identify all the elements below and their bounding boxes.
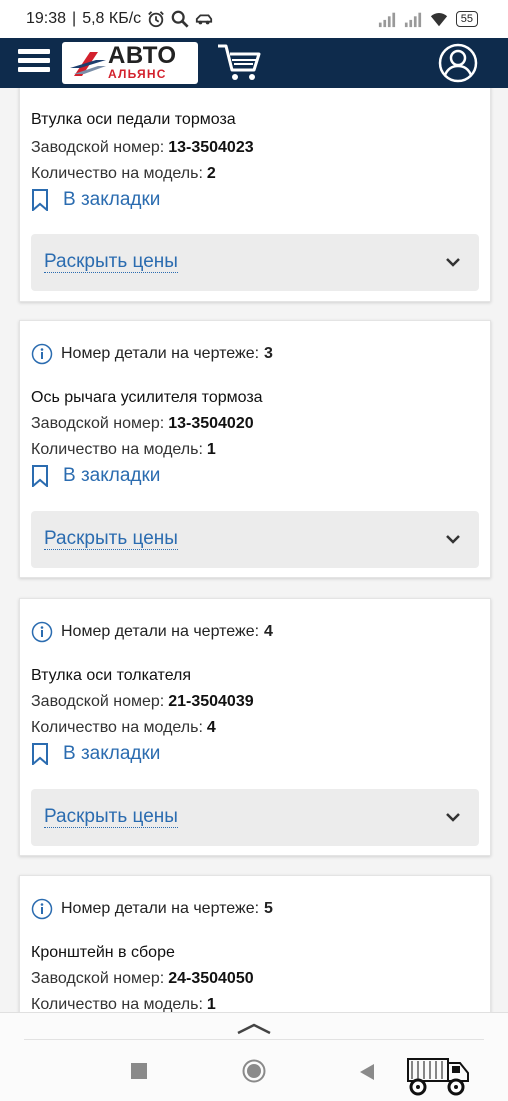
drawing-number-label: Номер детали на чертеже:	[61, 900, 260, 917]
show-prices-label: Раскрыть цены	[44, 806, 178, 828]
factory-number-label: Заводской номер:	[31, 415, 165, 432]
user-icon[interactable]	[438, 43, 478, 83]
drawing-number: Номер детали на чертеже: 3	[31, 343, 273, 365]
quantity-value: 2	[206, 165, 216, 182]
part-card: Номер детали на чертеже: 3 Ось рычага ус…	[19, 320, 491, 578]
bookmark-icon	[32, 189, 48, 211]
status-right: 55	[378, 10, 478, 28]
bookmark-button[interactable]: В закладки	[31, 189, 160, 211]
home-button[interactable]	[242, 1059, 266, 1083]
wifi-icon	[430, 13, 447, 27]
quantity-label: Количество на модель:	[31, 996, 203, 1012]
factory-number-label: Заводской номер:	[31, 970, 165, 987]
battery-indicator: 55	[455, 11, 478, 27]
bookmark-icon	[32, 743, 48, 765]
bookmark-button[interactable]: В закладки	[31, 743, 160, 765]
show-prices-label: Раскрыть цены	[44, 251, 178, 273]
show-prices-button[interactable]: Раскрыть цены	[31, 511, 479, 568]
status-separator: |	[72, 10, 77, 27]
menu-bar-3	[18, 67, 50, 72]
factory-number-value: 13-3504020	[168, 415, 254, 432]
quantity-label: Количество на модель:	[31, 165, 203, 182]
drawing-number: Номер детали на чертеже: 4	[31, 621, 273, 643]
part-name: Кронштейн в сборе	[31, 944, 175, 961]
chevron-up-icon[interactable]	[236, 1021, 272, 1035]
signal-icon-2	[404, 12, 421, 28]
bookmark-label: В закладки	[63, 189, 161, 210]
chevron-down-icon	[446, 535, 460, 544]
part-name: Ось рычага усилителя тормоза	[31, 389, 263, 406]
quantity-value: 4	[206, 719, 216, 736]
part-card: Номер детали на чертеже: 5 Кронштейн в с…	[19, 875, 491, 1012]
signal-icon-1	[378, 12, 395, 28]
factory-number-value: 13-3504023	[168, 139, 254, 156]
drawing-number-label: Номер детали на чертеже:	[61, 623, 260, 640]
nav-divider	[24, 1039, 484, 1040]
drawing-number-value: 5	[264, 900, 273, 917]
factory-number-label: Заводской номер:	[31, 693, 165, 710]
quantity: Количество на модель: 1	[31, 441, 216, 459]
chevron-down-icon	[446, 258, 460, 267]
truck-icon	[407, 1058, 469, 1096]
status-left: 19:38 | 5,8 КБ/с	[26, 10, 213, 28]
bookmark-label: В закладки	[63, 465, 161, 486]
quantity: Количество на модель: 2	[31, 165, 216, 183]
recent-apps-button[interactable]	[131, 1063, 147, 1079]
drawing-number-label: Номер детали на чертеже:	[61, 345, 260, 362]
drawing-number-value: 4	[264, 623, 273, 640]
menu-bar-2	[18, 58, 50, 63]
factory-number: Заводской номер: 21-3504039	[31, 693, 254, 711]
cart-icon[interactable]	[216, 42, 262, 84]
info-icon	[31, 343, 53, 365]
show-prices-button[interactable]: Раскрыть цены	[31, 234, 479, 291]
show-prices-label: Раскрыть цены	[44, 528, 178, 550]
search-icon	[171, 10, 189, 28]
logo-emblem-icon	[70, 52, 106, 76]
factory-number-label: Заводской номер:	[31, 139, 165, 156]
drawing-number-value: 3	[264, 345, 273, 362]
info-icon	[31, 621, 53, 643]
bookmark-icon	[32, 465, 48, 487]
quantity-label: Количество на модель:	[31, 441, 203, 458]
parts-list: Втулка оси педали тормоза Заводской номе…	[0, 88, 508, 1012]
part-name: Втулка оси толкателя	[31, 667, 192, 684]
show-prices-button[interactable]: Раскрыть цены	[31, 789, 479, 846]
logo-text-avto: АВТО	[108, 42, 177, 69]
app-header: АВТО АЛЬЯНС	[0, 38, 508, 88]
status-bar: 19:38 | 5,8 КБ/с 55	[0, 0, 508, 38]
factory-number-value: 24-3504050	[168, 970, 254, 987]
bookmark-label: В закладки	[63, 743, 161, 764]
quantity: Количество на модель: 1	[31, 996, 216, 1012]
quantity-label: Количество на модель:	[31, 719, 203, 736]
factory-number: Заводской номер: 13-3504020	[31, 415, 254, 433]
drawing-number: Номер детали на чертеже: 5	[31, 898, 273, 920]
logo-text-alliance: АЛЬЯНС	[108, 67, 167, 81]
part-name: Втулка оси педали тормоза	[31, 111, 236, 128]
status-speed: 5,8 КБ/с	[82, 10, 142, 27]
info-icon	[31, 898, 53, 920]
factory-number: Заводской номер: 24-3504050	[31, 970, 254, 988]
factory-number: Заводской номер: 13-3504023	[31, 139, 254, 157]
quantity: Количество на модель: 4	[31, 719, 216, 737]
brand-logo[interactable]: АВТО АЛЬЯНС	[62, 42, 198, 84]
quantity-value: 1	[206, 441, 216, 458]
factory-number-value: 21-3504039	[168, 693, 254, 710]
status-time: 19:38	[26, 10, 67, 27]
back-button[interactable]	[358, 1063, 376, 1081]
bookmark-button[interactable]: В закладки	[31, 465, 160, 487]
menu-icon[interactable]	[18, 46, 50, 78]
alarm-icon	[148, 11, 164, 28]
system-nav-bar	[0, 1012, 508, 1101]
menu-bar-1	[18, 49, 50, 54]
chevron-down-icon	[446, 813, 460, 822]
car-icon	[196, 14, 213, 25]
part-card: Втулка оси педали тормоза Заводской номе…	[19, 88, 491, 302]
part-card: Номер детали на чертеже: 4 Втулка оси то…	[19, 598, 491, 856]
quantity-value: 1	[206, 996, 216, 1012]
